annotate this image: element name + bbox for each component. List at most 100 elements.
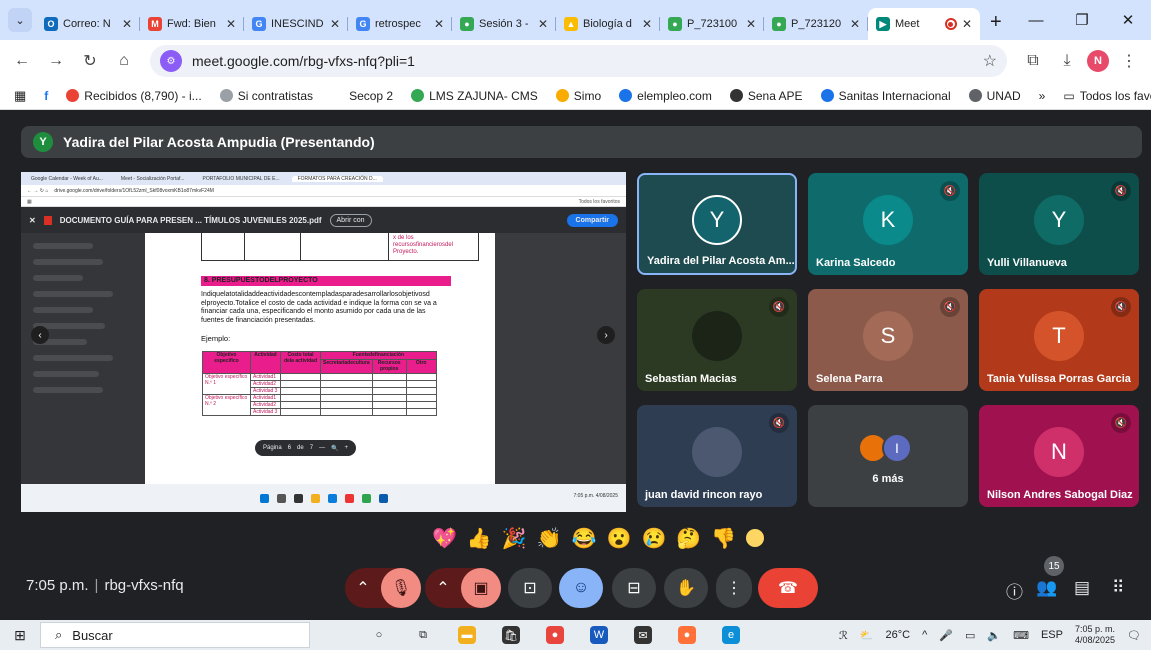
reaction-emoji[interactable]: 😢 bbox=[641, 526, 666, 551]
close-tab-icon[interactable]: ✕ bbox=[330, 17, 340, 31]
close-tab-icon[interactable]: ✕ bbox=[538, 17, 548, 31]
tray-chevron-icon[interactable]: ^ bbox=[922, 629, 927, 641]
windows-start-icon[interactable]: ⊞ bbox=[0, 627, 40, 644]
forward-button[interactable]: → bbox=[42, 47, 70, 75]
mic-options-button[interactable]: ⌃ bbox=[345, 578, 381, 598]
close-tab-icon[interactable]: ✕ bbox=[850, 17, 860, 31]
lang-indicator[interactable]: ESP bbox=[1041, 629, 1063, 641]
reaction-emoji[interactable]: 🎉 bbox=[502, 526, 527, 551]
bookmark-item[interactable]: Sanitas Internacional bbox=[820, 89, 951, 103]
raise-hand-button[interactable]: ✋ bbox=[664, 568, 708, 608]
taskbar-search[interactable]: ⌕ Buscar bbox=[40, 622, 310, 648]
people-icon[interactable]: 👥 bbox=[1036, 578, 1057, 598]
chrome-icon[interactable]: ● bbox=[546, 626, 564, 644]
browser-tab[interactable]: G INESCIND ✕ bbox=[244, 8, 348, 40]
activities-icon[interactable]: ⠿ bbox=[1112, 578, 1124, 598]
browser-tab[interactable]: O Correo: N ✕ bbox=[36, 8, 140, 40]
reload-button[interactable]: ↻ bbox=[76, 47, 104, 75]
close-tab-icon[interactable]: ✕ bbox=[122, 17, 132, 31]
store-icon[interactable]: 🛍 bbox=[502, 626, 520, 644]
reaction-emoji[interactable]: 👍 bbox=[467, 526, 492, 551]
close-tab-icon[interactable]: ✕ bbox=[434, 17, 444, 31]
mail-icon[interactable]: ✉ bbox=[634, 626, 652, 644]
close-tab-icon[interactable]: ✕ bbox=[226, 17, 236, 31]
profile-avatar[interactable]: N bbox=[1087, 50, 1109, 72]
browser-tab[interactable]: M Fwd: Bien ✕ bbox=[140, 8, 244, 40]
leave-call-button[interactable]: ☎ bbox=[758, 568, 818, 608]
close-window-button[interactable]: ✕ bbox=[1105, 0, 1151, 40]
mic-tray-icon[interactable]: 🎤 bbox=[939, 629, 953, 642]
all-favorites-folder[interactable]: ▭Todos los favoritos bbox=[1063, 89, 1151, 103]
tab-search-button[interactable]: ⌄ bbox=[8, 8, 32, 32]
minimize-button[interactable]: — bbox=[1013, 0, 1059, 40]
close-tab-icon[interactable]: ✕ bbox=[642, 17, 652, 31]
emoji-button[interactable]: ☺ bbox=[559, 568, 603, 608]
bookmark-item[interactable]: LMS ZAJUNA- CMS bbox=[411, 89, 538, 103]
extensions-icon[interactable]: ⧉ bbox=[1019, 47, 1047, 75]
shared-screen[interactable]: Google Calendar - Week of Au... Meet - S… bbox=[21, 172, 626, 512]
home-button[interactable]: ⌂ bbox=[110, 47, 138, 75]
facebook-icon[interactable]: f bbox=[44, 89, 48, 103]
maximize-button[interactable]: ❐ bbox=[1059, 0, 1105, 40]
battery-icon[interactable]: ▭ bbox=[965, 629, 975, 642]
browser-tab[interactable]: Gretrospec ✕ bbox=[348, 8, 452, 40]
participant-tile[interactable]: T Tania Yulissa Porras Garcia 🔇 bbox=[979, 289, 1139, 391]
reaction-emoji[interactable]: 🤔 bbox=[676, 526, 701, 551]
file-explorer-icon[interactable]: ▬ bbox=[458, 626, 476, 644]
more-bookmarks-button[interactable]: » bbox=[1039, 89, 1046, 103]
camera-off-icon[interactable]: ▣ bbox=[461, 568, 501, 608]
reaction-emoji[interactable]: 💖 bbox=[432, 526, 457, 551]
browser-tab[interactable]: ▲ Biología d ✕ bbox=[556, 8, 660, 40]
taskview-icon[interactable]: ⧉ bbox=[414, 626, 432, 644]
reaction-emoji[interactable]: 👏 bbox=[537, 526, 562, 551]
volume-icon[interactable]: 🔈 bbox=[987, 629, 1001, 642]
participant-tile[interactable]: S Selena Parra 🔇 bbox=[808, 289, 968, 391]
close-tab-icon[interactable]: ✕ bbox=[746, 17, 756, 31]
back-button[interactable]: ← bbox=[8, 47, 36, 75]
participant-tile[interactable]: N Nilson Andres Sabogal Diaz 🔇 bbox=[979, 405, 1139, 507]
bookmark-item[interactable]: Simo bbox=[555, 89, 601, 103]
chat-icon[interactable]: ▤ bbox=[1074, 578, 1090, 598]
captions-button[interactable]: ⊟ bbox=[612, 568, 656, 608]
word-icon[interactable]: W bbox=[590, 626, 608, 644]
reaction-emoji[interactable]: 👎 bbox=[711, 526, 736, 551]
bookmark-star-icon[interactable]: ☆ bbox=[983, 51, 997, 71]
menu-icon[interactable]: ⋮ bbox=[1115, 47, 1143, 75]
mic-off-icon[interactable]: 🎙 bbox=[381, 568, 421, 608]
cortana-icon[interactable]: ○ bbox=[370, 626, 388, 644]
new-tab-button[interactable]: + bbox=[990, 11, 1002, 34]
bookmark-item[interactable]: Si contratistas bbox=[219, 89, 313, 103]
download-icon[interactable]: ⤓ bbox=[1053, 47, 1081, 75]
close-tab-icon[interactable]: ✕ bbox=[962, 17, 972, 31]
present-button[interactable]: ⊡ bbox=[508, 568, 552, 608]
taskbar-clock[interactable]: 7:05 p. m. 4/08/2025 bbox=[1075, 624, 1115, 646]
participant-tile[interactable]: Y Yulli Villanueva 🔇 bbox=[979, 173, 1139, 275]
omnibox[interactable]: ⚙ meet.google.com/rbg-vfxs-nfq?pli=1 ☆ bbox=[150, 45, 1007, 77]
reaction-emoji[interactable]: 😂 bbox=[572, 526, 597, 551]
firefox-icon[interactable]: ● bbox=[678, 626, 696, 644]
skin-tone-icon[interactable] bbox=[746, 529, 765, 547]
browser-tab[interactable]: ● Sesión 3 - ✕ bbox=[452, 8, 556, 40]
camera-options-button[interactable]: ⌃ bbox=[425, 578, 461, 598]
participant-tile[interactable]: juan david rincon rayo 🔇 bbox=[637, 405, 797, 507]
weather-temp[interactable]: 26°C bbox=[886, 629, 911, 641]
bookmark-item[interactable]: Sena APE bbox=[729, 89, 803, 103]
browser-tab[interactable]: ● P_723120 ✕ bbox=[764, 8, 868, 40]
apps-grid-icon[interactable]: ▦ bbox=[14, 88, 26, 104]
more-options-button[interactable]: ⋮ bbox=[716, 568, 752, 608]
participant-tile[interactable]: Sebastian Macias 🔇 bbox=[637, 289, 797, 391]
browser-tab[interactable]: ● P_723100 ✕ bbox=[660, 8, 764, 40]
bookmark-item[interactable]: Recibidos (8,790) - i... bbox=[66, 89, 202, 103]
participant-tile[interactable]: K Karina Salcedo 🔇 bbox=[808, 173, 968, 275]
site-info-icon[interactable]: ⚙ bbox=[160, 50, 182, 72]
browser-tab[interactable]: ▶ Meet ✕ bbox=[868, 8, 980, 40]
notifications-icon[interactable]: 🗨 bbox=[1127, 629, 1141, 642]
participant-tile[interactable]: Y Yadira del Pilar Acosta Am... bbox=[637, 173, 797, 275]
bookmark-item[interactable]: UNAD bbox=[968, 89, 1021, 103]
keyboard-icon[interactable]: ⌨ bbox=[1013, 629, 1029, 642]
edge-icon[interactable]: e bbox=[722, 626, 740, 644]
bookmark-item[interactable]: Secop 2 bbox=[331, 89, 393, 103]
info-icon[interactable]: ⓘ bbox=[1006, 578, 1023, 603]
people-tray-icon[interactable]: ℛ bbox=[839, 629, 848, 642]
reaction-emoji[interactable]: 😮 bbox=[607, 526, 632, 551]
